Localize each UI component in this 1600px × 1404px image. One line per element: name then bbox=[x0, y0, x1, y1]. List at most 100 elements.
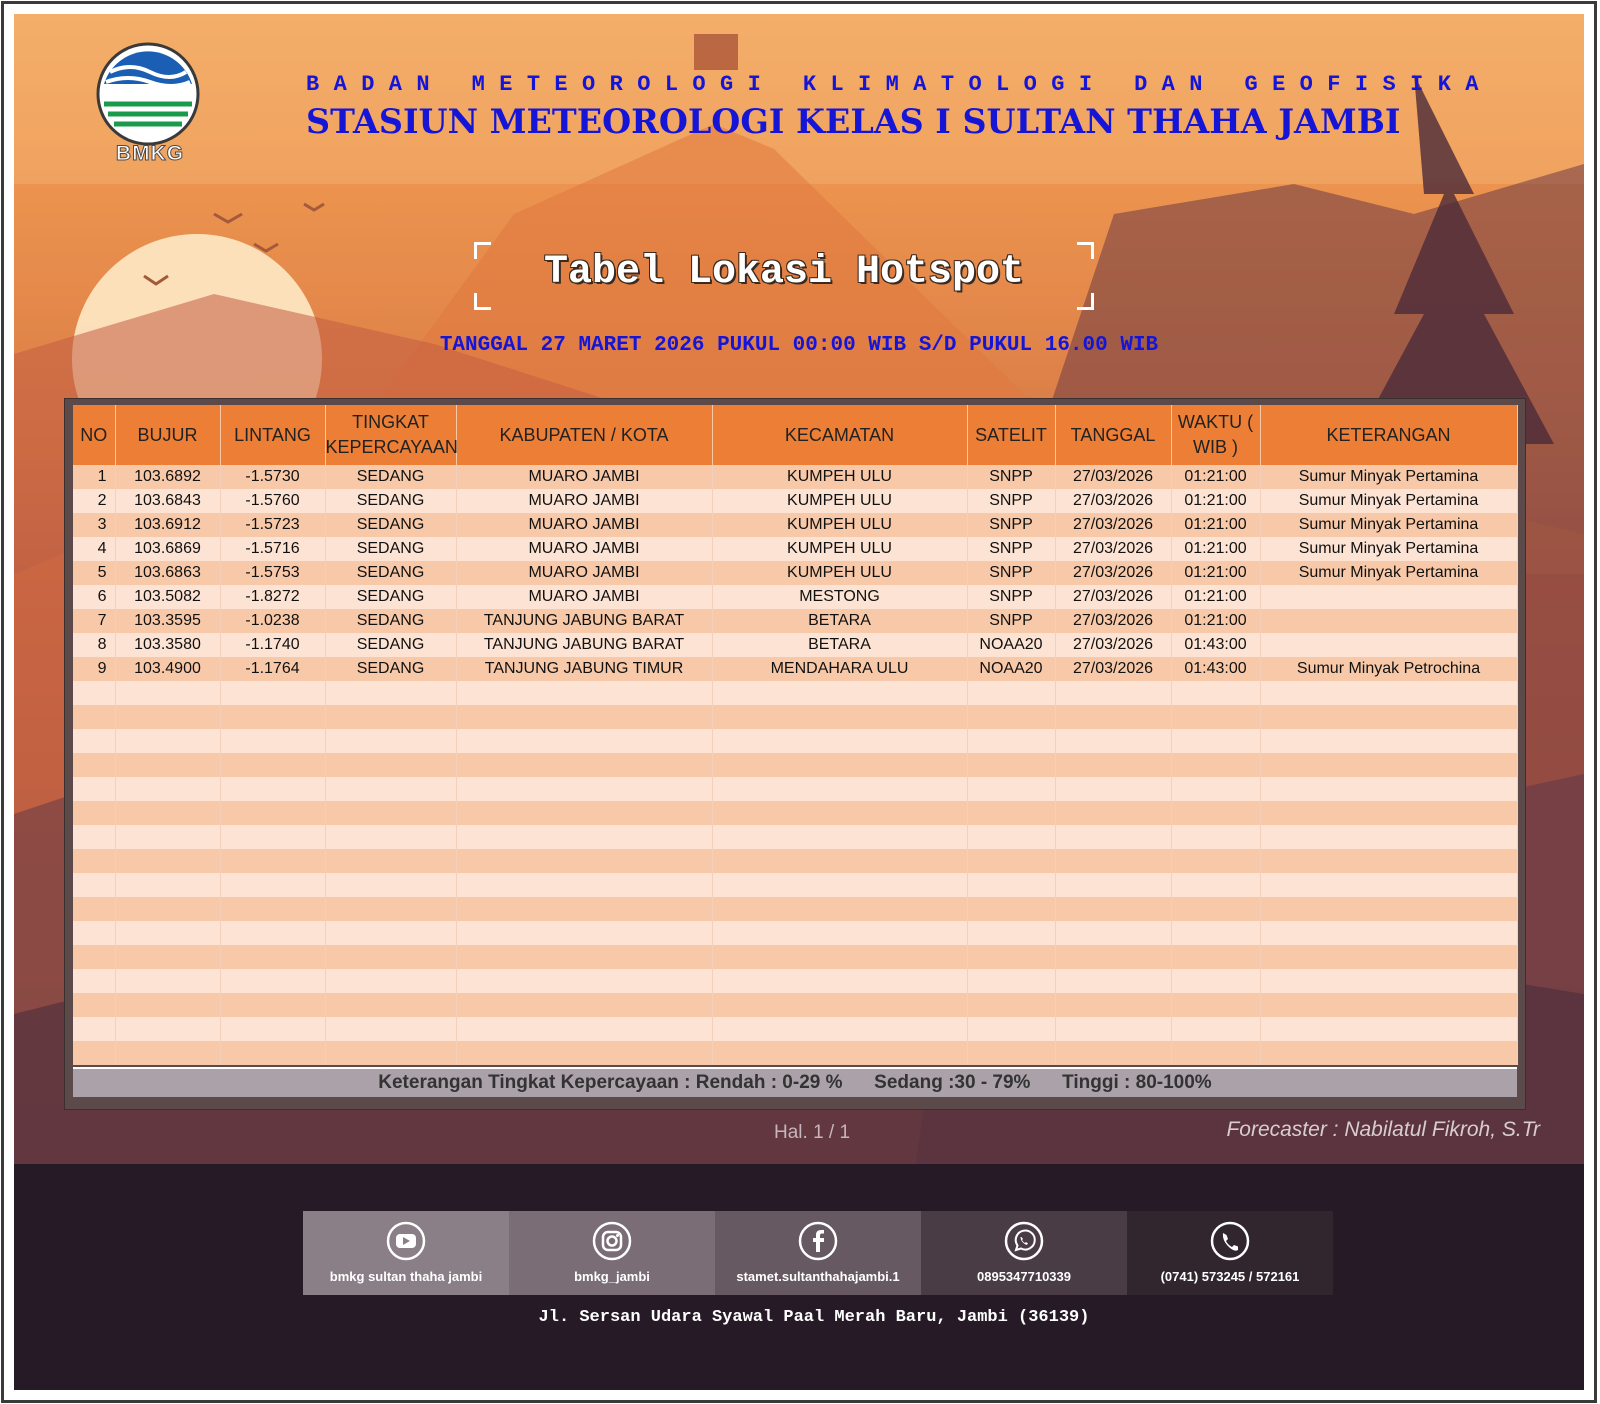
cell-bujur bbox=[115, 825, 221, 849]
cell-tanggal bbox=[1055, 849, 1172, 873]
cell-tingkat bbox=[325, 873, 457, 897]
cell-bujur: 103.6843 bbox=[115, 489, 221, 513]
cell-kecamatan bbox=[712, 681, 968, 705]
cell-tanggal bbox=[1055, 969, 1172, 993]
cell-no bbox=[73, 993, 116, 1017]
col-header-keterangan: KETERANGAN bbox=[1260, 405, 1518, 465]
cell-kabupaten: MUARO JAMBI bbox=[456, 489, 713, 513]
empty-table-row bbox=[73, 945, 1518, 969]
facebook-icon bbox=[798, 1221, 838, 1261]
cell-waktu bbox=[1171, 897, 1261, 921]
cell-no bbox=[73, 801, 116, 825]
cell-keterangan: Sumur Minyak Pertamina bbox=[1260, 537, 1518, 561]
cell-bujur: 103.6869 bbox=[115, 537, 221, 561]
cell-keterangan: Sumur Minyak Pertamina bbox=[1260, 465, 1518, 489]
cell-lintang: -1.8272 bbox=[220, 585, 326, 609]
youtube-link[interactable]: bmkg sultan thaha jambi bbox=[303, 1211, 509, 1295]
table-row: 8 103.3580 -1.1740 SEDANG TANJUNG JABUNG BAR… bbox=[73, 633, 1518, 657]
cell-bujur bbox=[115, 1041, 221, 1065]
cell-lintang bbox=[220, 729, 326, 753]
cell-lintang bbox=[220, 945, 326, 969]
cell-keterangan bbox=[1260, 993, 1518, 1017]
empty-table-row bbox=[73, 849, 1518, 873]
cell-bujur bbox=[115, 1017, 221, 1041]
cell-waktu bbox=[1171, 945, 1261, 969]
cell-no bbox=[73, 777, 116, 801]
cell-satelit: SNPP bbox=[967, 585, 1056, 609]
cell-satelit bbox=[967, 801, 1056, 825]
cell-tanggal: 27/03/2026 bbox=[1055, 633, 1172, 657]
phone-link[interactable]: (0741) 573245 / 572161 bbox=[1127, 1211, 1333, 1295]
cell-no: 8 bbox=[73, 633, 116, 657]
cell-kabupaten: TANJUNG JABUNG BARAT bbox=[456, 633, 713, 657]
cell-tanggal bbox=[1055, 705, 1172, 729]
forecaster-name: Forecaster : Nabilatul Fikroh, S.Tr bbox=[1226, 1118, 1540, 1141]
cell-keterangan bbox=[1260, 585, 1518, 609]
empty-table-row bbox=[73, 801, 1518, 825]
empty-table-row bbox=[73, 993, 1518, 1017]
facebook-link[interactable]: stamet.sultanthahajambi.1 bbox=[715, 1211, 921, 1295]
cell-satelit bbox=[967, 705, 1056, 729]
cell-tingkat bbox=[325, 849, 457, 873]
cell-tingkat: SEDANG bbox=[325, 489, 457, 513]
cell-satelit: SNPP bbox=[967, 561, 1056, 585]
cell-keterangan bbox=[1260, 729, 1518, 753]
cell-waktu: 01:21:00 bbox=[1171, 609, 1261, 633]
hotspot-table-frame: NO BUJUR LINTANG TINGKAT KEPERCAYAAN KAB… bbox=[64, 398, 1526, 1110]
cell-bujur: 103.3595 bbox=[115, 609, 221, 633]
cell-waktu: 01:21:00 bbox=[1171, 561, 1261, 585]
cell-no bbox=[73, 705, 116, 729]
cell-kecamatan bbox=[712, 801, 968, 825]
cell-no bbox=[73, 681, 116, 705]
cell-waktu: 01:21:00 bbox=[1171, 489, 1261, 513]
cell-lintang: -1.0238 bbox=[220, 609, 326, 633]
cell-kecamatan bbox=[712, 777, 968, 801]
cell-kabupaten bbox=[456, 681, 713, 705]
cell-waktu bbox=[1171, 825, 1261, 849]
instagram-label: bmkg_jambi bbox=[574, 1269, 650, 1284]
cell-kecamatan: KUMPEH ULU bbox=[712, 561, 968, 585]
facebook-label: stamet.sultanthahajambi.1 bbox=[736, 1269, 900, 1284]
page-title: Tabel Lokasi Hotspot bbox=[543, 250, 1025, 295]
cell-kecamatan bbox=[712, 921, 968, 945]
table-body: 1 103.6892 -1.5730 SEDANG MUARO JAMBI KUMPEH … bbox=[73, 465, 1518, 1065]
cell-lintang bbox=[220, 1041, 326, 1065]
cell-no: 4 bbox=[73, 537, 116, 561]
cell-tingkat bbox=[325, 825, 457, 849]
agency-name: BADAN METEOROLOGI KLIMATOLOGI DAN GEOFIS… bbox=[306, 72, 1493, 97]
cell-keterangan bbox=[1260, 849, 1518, 873]
cell-kabupaten bbox=[456, 777, 713, 801]
cell-tanggal bbox=[1055, 729, 1172, 753]
cell-kecamatan: KUMPEH ULU bbox=[712, 489, 968, 513]
cell-kabupaten bbox=[456, 849, 713, 873]
cell-no: 9 bbox=[73, 657, 116, 681]
cell-kabupaten bbox=[456, 1041, 713, 1065]
cell-waktu: 01:43:00 bbox=[1171, 633, 1261, 657]
cell-bujur: 103.6863 bbox=[115, 561, 221, 585]
cell-lintang bbox=[220, 705, 326, 729]
cell-no bbox=[73, 729, 116, 753]
cell-kabupaten bbox=[456, 921, 713, 945]
cell-waktu bbox=[1171, 801, 1261, 825]
cell-no bbox=[73, 825, 116, 849]
cell-satelit bbox=[967, 921, 1056, 945]
cell-satelit bbox=[967, 729, 1056, 753]
cell-bujur bbox=[115, 681, 221, 705]
cell-keterangan bbox=[1260, 1041, 1518, 1065]
cell-bujur: 103.3580 bbox=[115, 633, 221, 657]
cell-waktu bbox=[1171, 993, 1261, 1017]
cell-satelit bbox=[967, 1017, 1056, 1041]
confidence-legend: Keterangan Tingkat Kepercayaan : Rendah … bbox=[73, 1067, 1517, 1097]
cell-lintang bbox=[220, 969, 326, 993]
whatsapp-link[interactable]: 0895347710339 bbox=[921, 1211, 1127, 1295]
cell-tanggal: 27/03/2026 bbox=[1055, 585, 1172, 609]
empty-table-row bbox=[73, 705, 1518, 729]
cell-kabupaten: TANJUNG JABUNG BARAT bbox=[456, 609, 713, 633]
cell-tanggal bbox=[1055, 825, 1172, 849]
instagram-link[interactable]: bmkg_jambi bbox=[509, 1211, 715, 1295]
cell-waktu bbox=[1171, 969, 1261, 993]
cell-satelit: NOAA20 bbox=[967, 657, 1056, 681]
cell-kabupaten: MUARO JAMBI bbox=[456, 465, 713, 489]
cell-waktu bbox=[1171, 681, 1261, 705]
cell-tingkat bbox=[325, 705, 457, 729]
